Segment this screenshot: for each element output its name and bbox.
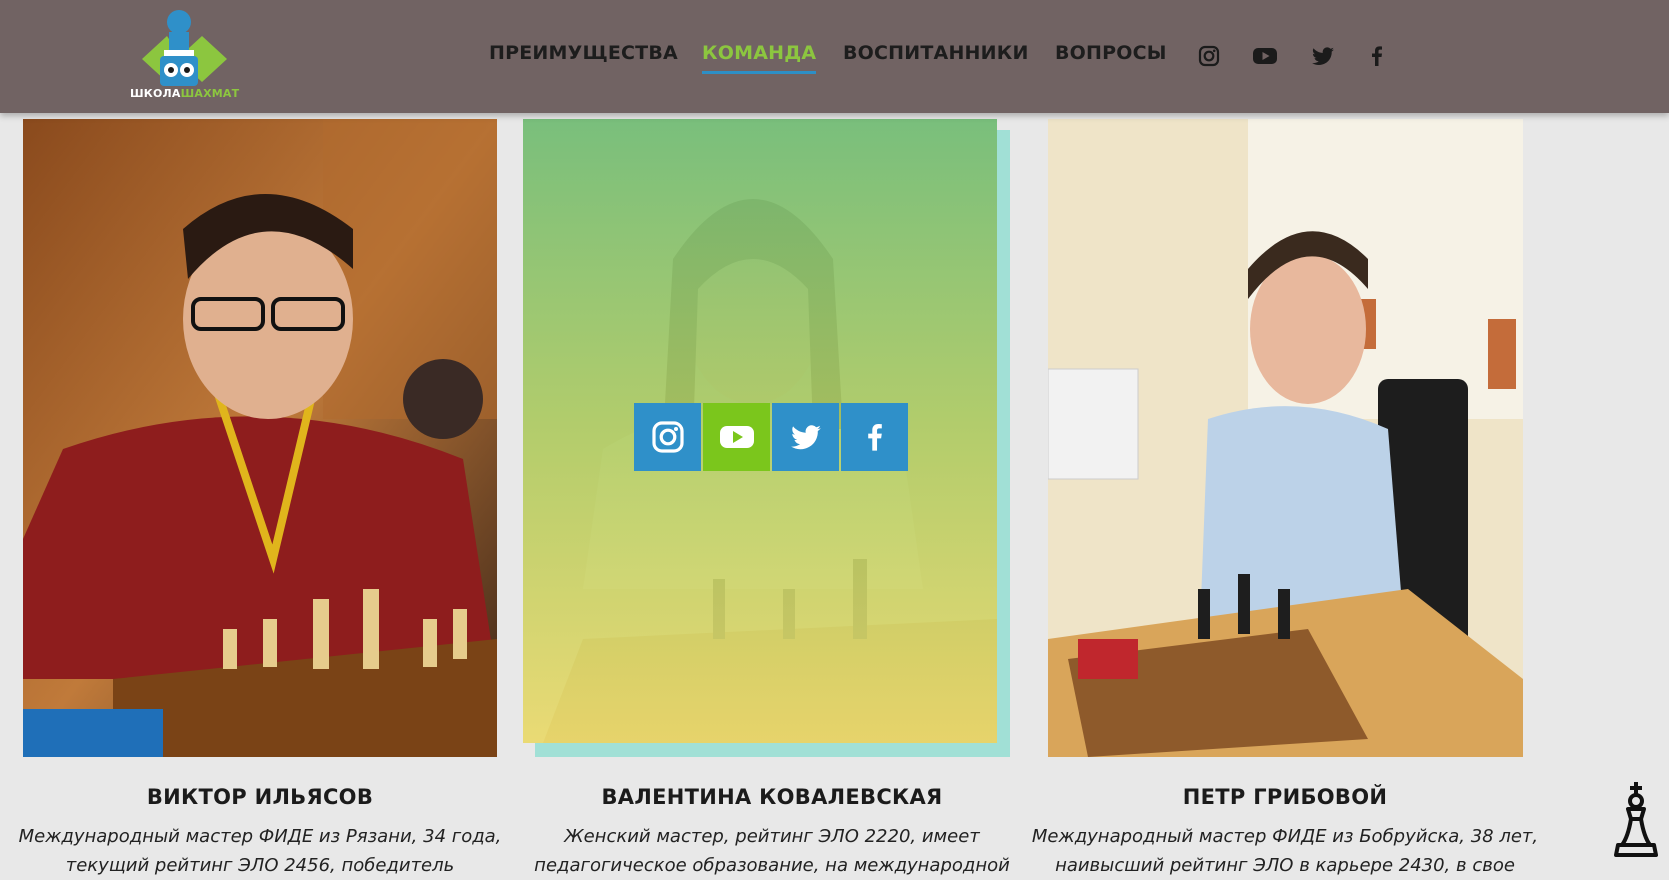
coach-desc-valentina: Женский мастер, рейтинг ЭЛО 2220, имеет … [534, 826, 1010, 876]
nav-item-questions[interactable]: ВОПРОСЫ [1055, 42, 1167, 64]
twitter-icon[interactable] [1309, 42, 1337, 70]
instagram-icon[interactable] [1195, 42, 1223, 70]
youtube-icon[interactable] [703, 403, 770, 471]
site-header: ШКОЛАШАХМАТ ПРЕИМУЩЕСТВА КОМАНДА ВОСПИТА… [0, 0, 1669, 113]
nav-item-students[interactable]: ВОСПИТАННИКИ [843, 42, 1029, 64]
coach-name-petr: ПЕТР ГРИБОВОЙ [1182, 785, 1388, 809]
coach-social-links [634, 403, 910, 471]
coach-photo-petr[interactable] [1048, 119, 1523, 757]
coach-photo-image [23, 119, 497, 757]
youtube-icon[interactable] [1251, 42, 1279, 70]
nav-item-team[interactable]: КОМАНДА [702, 42, 817, 74]
instagram-icon[interactable] [634, 403, 701, 471]
coach-desc-viktor: Международный мастер ФИДЕ из Рязани, 34 … [18, 826, 502, 876]
chess-king-icon[interactable] [1606, 779, 1666, 861]
logo-text: ШКОЛАШАХМАТ [130, 87, 240, 100]
facebook-icon[interactable] [1363, 42, 1391, 70]
coach-photo-image [1048, 119, 1523, 757]
school-logo[interactable]: ШКОЛАШАХМАТ [122, 4, 240, 104]
facebook-icon[interactable] [841, 403, 908, 471]
nav-item-advantages[interactable]: ПРЕИМУЩЕСТВА [489, 42, 678, 64]
coach-desc-petr: Международный мастер ФИДЕ из Бобруйска, … [1031, 826, 1539, 876]
twitter-icon[interactable] [772, 403, 839, 471]
coach-name-valentina: ВАЛЕНТИНА КОВАЛЕВСКАЯ [601, 785, 943, 809]
coach-photo-viktor[interactable] [23, 119, 497, 757]
